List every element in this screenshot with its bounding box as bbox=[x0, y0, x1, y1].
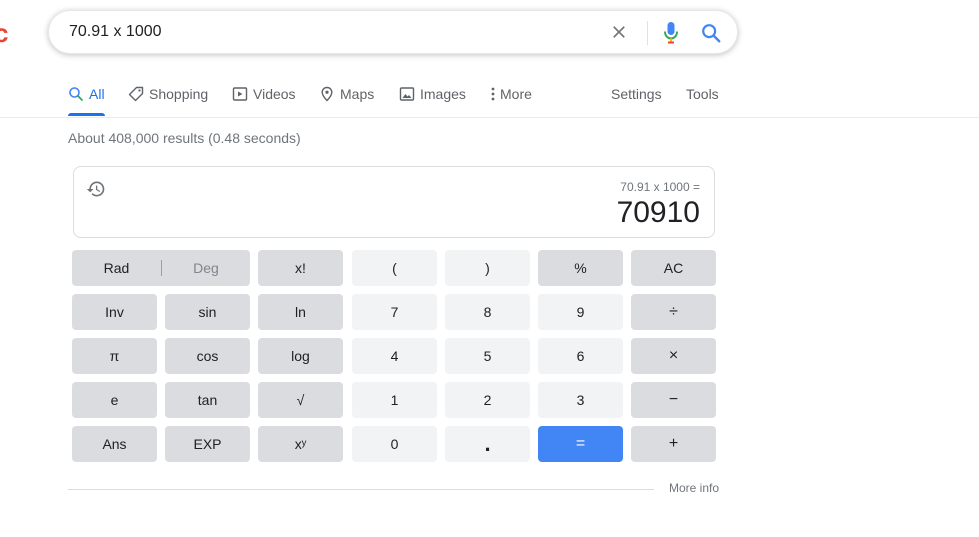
search-tabs: All Shopping Videos Maps Images More Set… bbox=[0, 72, 979, 118]
answer-key[interactable]: Ans bbox=[72, 426, 157, 462]
pi-key[interactable]: π bbox=[72, 338, 157, 374]
digit-7-key[interactable]: 7 bbox=[352, 294, 437, 330]
tab-all[interactable]: All bbox=[68, 72, 105, 116]
search-icon[interactable] bbox=[700, 22, 722, 44]
digit-5-key[interactable]: 5 bbox=[445, 338, 530, 374]
search-input[interactable] bbox=[69, 11, 589, 53]
digit-1-key[interactable]: 1 bbox=[352, 382, 437, 418]
history-icon[interactable] bbox=[86, 179, 106, 199]
result-stats: About 408,000 results (0.48 seconds) bbox=[68, 130, 301, 146]
digit-3-key[interactable]: 3 bbox=[538, 382, 623, 418]
search-bar-divider bbox=[647, 21, 648, 45]
search-bar bbox=[48, 10, 738, 54]
tab-images[interactable]: Images bbox=[399, 72, 466, 116]
tab-label: All bbox=[89, 86, 105, 102]
tab-label: Shopping bbox=[149, 86, 209, 102]
rad-deg-toggle: Rad Deg bbox=[72, 250, 250, 286]
tab-maps[interactable]: Maps bbox=[319, 72, 374, 116]
tangent-key[interactable]: tan bbox=[165, 382, 250, 418]
sine-key[interactable]: sin bbox=[165, 294, 250, 330]
tag-icon bbox=[128, 86, 144, 102]
tab-shopping[interactable]: Shopping bbox=[128, 72, 208, 116]
calculator-display: 70.91 x 1000 = 70910 bbox=[73, 166, 715, 238]
digit-0-key[interactable]: 0 bbox=[352, 426, 437, 462]
decimal-point-key[interactable]: . bbox=[445, 426, 530, 462]
microphone-icon[interactable] bbox=[663, 21, 679, 45]
search-icon bbox=[69, 87, 83, 101]
calculator-expression: 70.91 x 1000 = bbox=[620, 180, 700, 194]
subtract-key[interactable]: − bbox=[631, 382, 716, 418]
tab-label: More bbox=[500, 86, 532, 102]
euler-key[interactable]: e bbox=[72, 382, 157, 418]
logo-fragment[interactable]: c bbox=[0, 20, 8, 46]
digit-2-key[interactable]: 2 bbox=[445, 382, 530, 418]
digit-9-key[interactable]: 9 bbox=[538, 294, 623, 330]
tab-label: Images bbox=[420, 86, 466, 102]
equals-key[interactable]: = bbox=[538, 426, 623, 462]
percent-key[interactable]: % bbox=[538, 250, 623, 286]
image-icon bbox=[399, 87, 415, 101]
map-pin-icon bbox=[321, 86, 333, 102]
more-vert-icon bbox=[491, 87, 495, 101]
more-info-divider bbox=[68, 489, 654, 490]
multiply-key[interactable]: × bbox=[631, 338, 716, 374]
close-paren-key[interactable]: ) bbox=[445, 250, 530, 286]
cosine-key[interactable]: cos bbox=[165, 338, 250, 374]
more-info-link[interactable]: More info bbox=[669, 481, 719, 495]
factorial-key[interactable]: x! bbox=[258, 250, 343, 286]
active-tab-indicator bbox=[68, 113, 105, 116]
digit-6-key[interactable]: 6 bbox=[538, 338, 623, 374]
settings-link[interactable]: Settings bbox=[611, 72, 662, 116]
divide-key[interactable]: ÷ bbox=[631, 294, 716, 330]
tab-more[interactable]: More bbox=[488, 72, 532, 116]
log-key[interactable]: log bbox=[258, 338, 343, 374]
square-root-key[interactable]: √ bbox=[258, 382, 343, 418]
digit-4-key[interactable]: 4 bbox=[352, 338, 437, 374]
digit-8-key[interactable]: 8 bbox=[445, 294, 530, 330]
search-results-page: c All bbox=[0, 0, 979, 537]
inverse-key[interactable]: Inv bbox=[72, 294, 157, 330]
tools-link[interactable]: Tools bbox=[686, 72, 719, 116]
open-paren-key[interactable]: ( bbox=[352, 250, 437, 286]
calculator-result: 70910 bbox=[616, 196, 700, 229]
deg-button[interactable]: Deg bbox=[162, 260, 250, 276]
natural-log-key[interactable]: ln bbox=[258, 294, 343, 330]
add-key[interactable]: + bbox=[631, 426, 716, 462]
tab-label: Videos bbox=[253, 86, 296, 102]
tab-videos[interactable]: Videos bbox=[232, 72, 296, 116]
tab-label: Maps bbox=[340, 86, 375, 102]
all-clear-key[interactable]: AC bbox=[631, 250, 716, 286]
clear-icon[interactable] bbox=[609, 22, 629, 42]
video-icon bbox=[232, 87, 248, 101]
exponent-key[interactable]: EXP bbox=[165, 426, 250, 462]
power-key[interactable]: xʸ bbox=[258, 426, 343, 462]
rad-button[interactable]: Rad bbox=[72, 260, 161, 276]
